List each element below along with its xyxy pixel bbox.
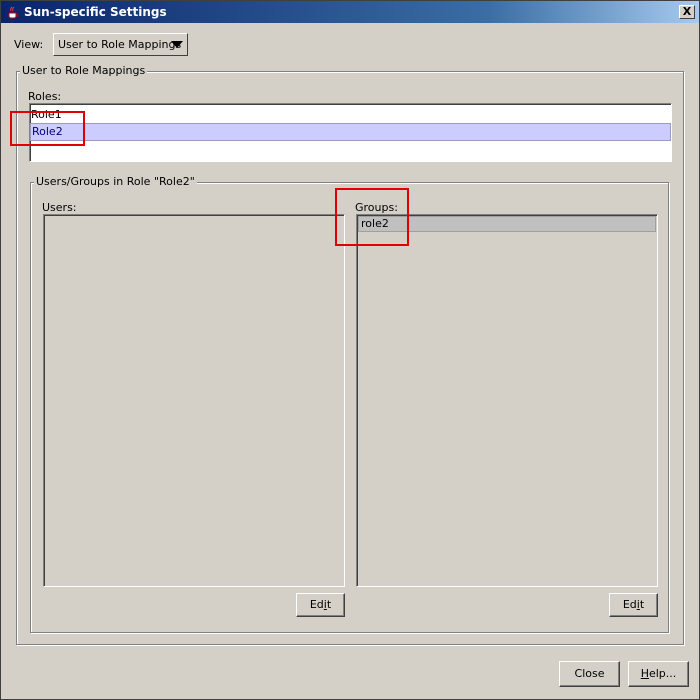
annotation-highlight-role2 [10, 111, 85, 146]
window-title: Sun-specific Settings [24, 5, 167, 19]
help-button[interactable]: Help... [628, 661, 689, 687]
edit-users-label-a: Ed [309, 598, 324, 611]
view-label: View: [14, 38, 44, 51]
edit-users-button[interactable]: Edit [296, 593, 345, 617]
groups-list[interactable]: role2 [356, 214, 658, 587]
annotation-highlight-groups [335, 188, 409, 246]
help-label-rest: elp... [648, 667, 677, 680]
close-button[interactable]: Close [559, 661, 620, 687]
view-dropdown[interactable]: User to Role Mappings [53, 33, 188, 56]
edit-groups-label-a: Ed [622, 598, 637, 611]
edit-groups-label-b: t [639, 598, 645, 611]
chevron-down-icon[interactable] [171, 41, 183, 48]
users-list[interactable] [43, 214, 345, 587]
close-window-button[interactable]: X [679, 5, 695, 19]
roles-label: Roles: [28, 90, 62, 103]
list-item-role1[interactable]: Role1 [30, 107, 671, 123]
title-bar[interactable]: Sun-specific Settings X [1, 1, 699, 23]
edit-users-label-b: t [326, 598, 332, 611]
mappings-panel-title: User to Role Mappings [20, 64, 148, 77]
edit-groups-button[interactable]: Edit [609, 593, 658, 617]
help-mnemonic: H [640, 667, 649, 680]
view-dropdown-value: User to Role Mappings [58, 38, 182, 51]
users-label: Users: [42, 201, 77, 214]
list-item-role2[interactable]: Role2 [30, 123, 671, 141]
users-groups-panel-title: Users/Groups in Role "Role2" [34, 175, 197, 188]
roles-list[interactable]: Role1 Role2 [29, 103, 672, 162]
java-coffee-cup-icon [5, 4, 21, 20]
